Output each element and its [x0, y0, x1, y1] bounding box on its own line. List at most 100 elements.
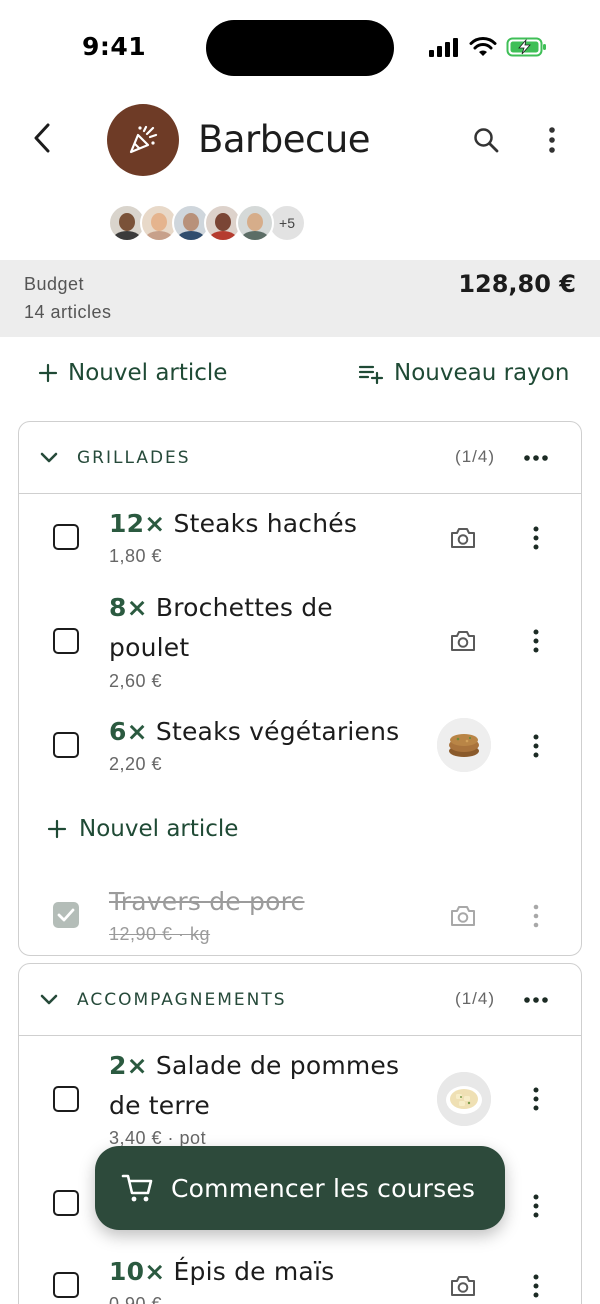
- section-count: (1/4): [455, 447, 495, 466]
- item-price: 2,60 €: [109, 671, 163, 691]
- item-photo[interactable]: [437, 1072, 491, 1126]
- shopping-cart-icon: [121, 1174, 153, 1202]
- veggie-patty-photo: [437, 718, 491, 772]
- list-item[interactable]: 10× Épis de maïs 0,90 €: [19, 1248, 583, 1304]
- kebab-menu-icon: [533, 629, 539, 653]
- new-section-label: Nouveau rayon: [394, 360, 570, 386]
- list-item-done[interactable]: Travers de porc 12,90 € · kg: [19, 872, 583, 956]
- item-name: 8× Brochettes de: [109, 588, 333, 628]
- camera-icon[interactable]: [447, 625, 479, 657]
- playlist-add-icon: [358, 365, 384, 384]
- item-quantity: 10×: [109, 1257, 166, 1286]
- chevron-down-icon[interactable]: [37, 988, 61, 1012]
- item-checkbox[interactable]: [53, 1086, 79, 1112]
- item-label: Salade de pommes: [155, 1051, 400, 1080]
- camera-icon[interactable]: [447, 522, 479, 554]
- item-more-button[interactable]: [521, 1190, 551, 1222]
- item-name: 12× Steaks hachés: [109, 504, 357, 544]
- list-item[interactable]: 6× Steaks végétariens 2,20 €: [19, 698, 583, 786]
- item-label: Steaks végétariens: [155, 717, 400, 746]
- item-name: Travers de porc: [109, 882, 304, 922]
- item-checkbox[interactable]: [53, 1272, 79, 1298]
- section-new-item-button[interactable]: Nouvel article: [47, 816, 238, 842]
- kebab-menu-icon: [549, 127, 555, 153]
- item-quantity: 2×: [109, 1051, 148, 1080]
- item-label: Épis de maïs: [173, 1257, 335, 1286]
- item-more-button[interactable]: [521, 900, 551, 932]
- kebab-menu-icon: [533, 1087, 539, 1111]
- kebab-menu-icon: [533, 904, 539, 928]
- start-shopping-label: Commencer les courses: [171, 1173, 476, 1203]
- item-name: 10× Épis de maïs: [109, 1252, 334, 1292]
- item-more-button[interactable]: [521, 730, 551, 762]
- section-more-button[interactable]: [521, 444, 551, 472]
- item-more-button[interactable]: [521, 522, 551, 554]
- kebab-menu-icon: [533, 1274, 539, 1298]
- wifi-icon: [469, 37, 497, 56]
- camera-icon[interactable]: [447, 1270, 479, 1302]
- list-title: Barbecue: [198, 118, 371, 161]
- item-label: Steaks hachés: [173, 509, 358, 538]
- status-time: 9:41: [82, 32, 147, 61]
- item-price: 2,20 €: [109, 754, 163, 774]
- item-label: Travers de porc: [109, 887, 305, 916]
- search-button[interactable]: [466, 120, 506, 160]
- potato-salad-photo: [437, 1072, 491, 1126]
- dynamic-island: [206, 20, 394, 76]
- section-accompagnements: ACCOMPAGNEMENTS (1/4) 2× Salade de pomme…: [18, 963, 582, 1304]
- camera-icon[interactable]: [447, 900, 479, 932]
- battery-charging-icon: [506, 37, 546, 57]
- item-price: 12,90 € · kg: [109, 924, 211, 944]
- more-options-button[interactable]: [532, 120, 572, 160]
- item-price: 1,80 €: [109, 546, 163, 566]
- item-price: 0,90 €: [109, 1294, 163, 1304]
- kebab-menu-icon: [533, 734, 539, 758]
- item-more-button[interactable]: [521, 1270, 551, 1302]
- section-more-button[interactable]: [521, 986, 551, 1014]
- check-icon: [57, 908, 75, 922]
- list-avatar[interactable]: [107, 104, 179, 176]
- chevron-down-icon[interactable]: [37, 446, 61, 470]
- list-item[interactable]: 8× Brochettes de poulet 2,60 €: [19, 578, 583, 698]
- list-item[interactable]: 12× Steaks hachés 1,80 €: [19, 494, 583, 578]
- item-name-line2: de terre: [109, 1091, 210, 1120]
- item-name: 6× Steaks végétariens: [109, 712, 399, 752]
- list-item[interactable]: 2× Salade de pommes de terre 3,40 € · po…: [19, 1036, 583, 1156]
- item-name: 2× Salade de pommes: [109, 1046, 399, 1086]
- item-checkbox[interactable]: [53, 628, 79, 654]
- item-count: 14 articles: [24, 302, 112, 322]
- item-more-button[interactable]: [521, 625, 551, 657]
- item-name-line2: poulet: [109, 633, 190, 662]
- section-header[interactable]: ACCOMPAGNEMENTS (1/4): [19, 964, 581, 1036]
- item-checkbox-checked[interactable]: [53, 902, 79, 928]
- budget-total: 128,80 €: [458, 270, 576, 298]
- kebab-menu-icon: [533, 526, 539, 550]
- item-checkbox[interactable]: [53, 1190, 79, 1216]
- section-header[interactable]: GRILLADES (1/4): [19, 422, 581, 494]
- item-checkbox[interactable]: [53, 524, 79, 550]
- plus-icon: [47, 819, 67, 839]
- new-item-button[interactable]: Nouvel article: [38, 360, 227, 386]
- search-icon: [474, 128, 499, 153]
- start-shopping-button[interactable]: Commencer les courses: [95, 1146, 505, 1230]
- section-new-item-label: Nouvel article: [79, 816, 239, 842]
- members-avatars[interactable]: +5: [108, 204, 306, 244]
- item-photo[interactable]: [437, 718, 491, 772]
- item-label: Brochettes de: [155, 593, 333, 622]
- list-header: Barbecue: [0, 100, 600, 190]
- new-section-button[interactable]: Nouveau rayon: [358, 360, 569, 386]
- item-quantity: 6×: [109, 717, 148, 746]
- section-title: ACCOMPAGNEMENTS: [77, 990, 287, 1010]
- new-item-label: Nouvel article: [68, 360, 228, 386]
- section-count: (1/4): [455, 989, 495, 1008]
- item-checkbox[interactable]: [53, 732, 79, 758]
- budget-label: Budget: [24, 274, 85, 294]
- status-bar: 9:41: [0, 0, 600, 96]
- more-horizontal-icon: [524, 997, 548, 1003]
- avatar: [236, 204, 274, 242]
- item-more-button[interactable]: [521, 1083, 551, 1115]
- status-icons: [428, 36, 548, 58]
- back-button[interactable]: [22, 118, 62, 158]
- chevron-left-icon: [34, 123, 50, 153]
- list-actions: Nouvel article Nouveau rayon: [0, 360, 600, 400]
